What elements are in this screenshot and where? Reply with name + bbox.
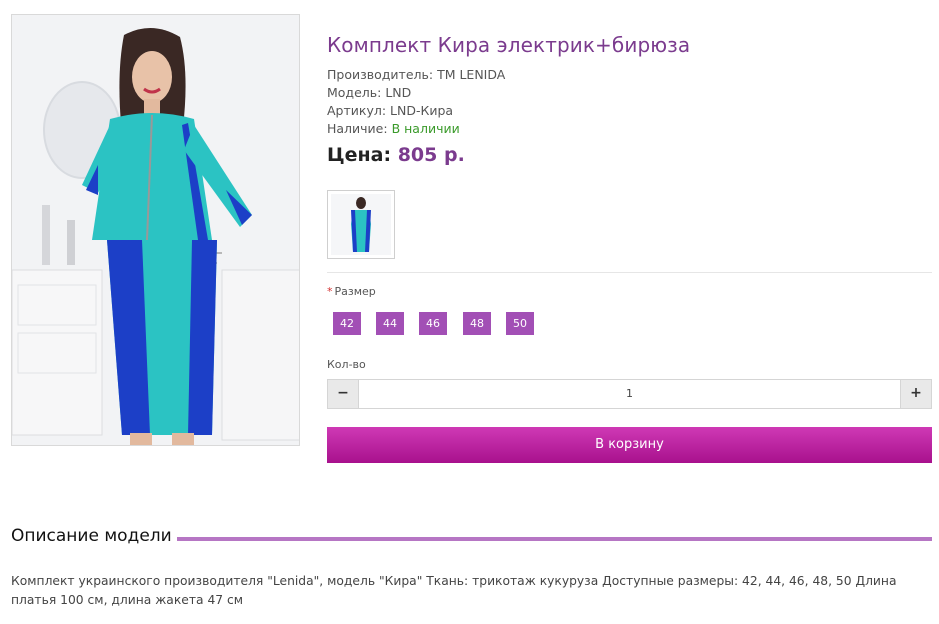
manufacturer-value[interactable]: TM LENIDA (437, 67, 505, 82)
size-option-48[interactable]: 48 (463, 312, 491, 335)
model-value: LND (385, 85, 412, 100)
price: Цена: 805 р. (327, 144, 465, 166)
price-amount: 805 р. (397, 144, 465, 166)
manufacturer-label: Производитель: (327, 67, 434, 82)
description-heading: Описание модели (11, 526, 172, 546)
model-row: Модель: LND (327, 84, 505, 102)
description-divider (177, 537, 932, 541)
plus-icon[interactable]: + (900, 380, 931, 408)
availability-row: Наличие: В наличии (327, 120, 505, 138)
quantity-stepper: − 1 + (327, 379, 932, 409)
quantity-input[interactable]: 1 (359, 380, 900, 408)
description-text: Комплект украинского производителя "Leni… (11, 574, 897, 607)
sku-value: LND-Кира (390, 103, 454, 118)
product-title: Комплект Кира электрик+бирюза (327, 33, 691, 57)
minus-icon[interactable]: − (328, 380, 359, 408)
quantity-label: Кол-во (327, 358, 366, 371)
product-thumbnail[interactable] (327, 190, 395, 259)
product-main-image[interactable] (11, 14, 300, 446)
product-specs: Производитель: TM LENIDA Модель: LND Арт… (327, 66, 505, 138)
divider (327, 272, 932, 273)
availability-label: Наличие: (327, 121, 388, 136)
model-label: Модель: (327, 85, 382, 100)
add-to-cart-button[interactable]: В корзину (327, 427, 932, 463)
size-label-text: Размер (334, 285, 376, 298)
sku-label: Артикул: (327, 103, 387, 118)
manufacturer-row: Производитель: TM LENIDA (327, 66, 505, 84)
price-label: Цена: (327, 144, 392, 166)
size-option-42[interactable]: 42 (333, 312, 361, 335)
sku-row: Артикул: LND-Кира (327, 102, 505, 120)
size-option-50[interactable]: 50 (506, 312, 534, 335)
size-option-46[interactable]: 46 (419, 312, 447, 335)
size-option-44[interactable]: 44 (376, 312, 404, 335)
size-label: * Размер (327, 285, 376, 298)
required-mark: * (327, 285, 333, 298)
availability-value: В наличии (391, 121, 460, 136)
